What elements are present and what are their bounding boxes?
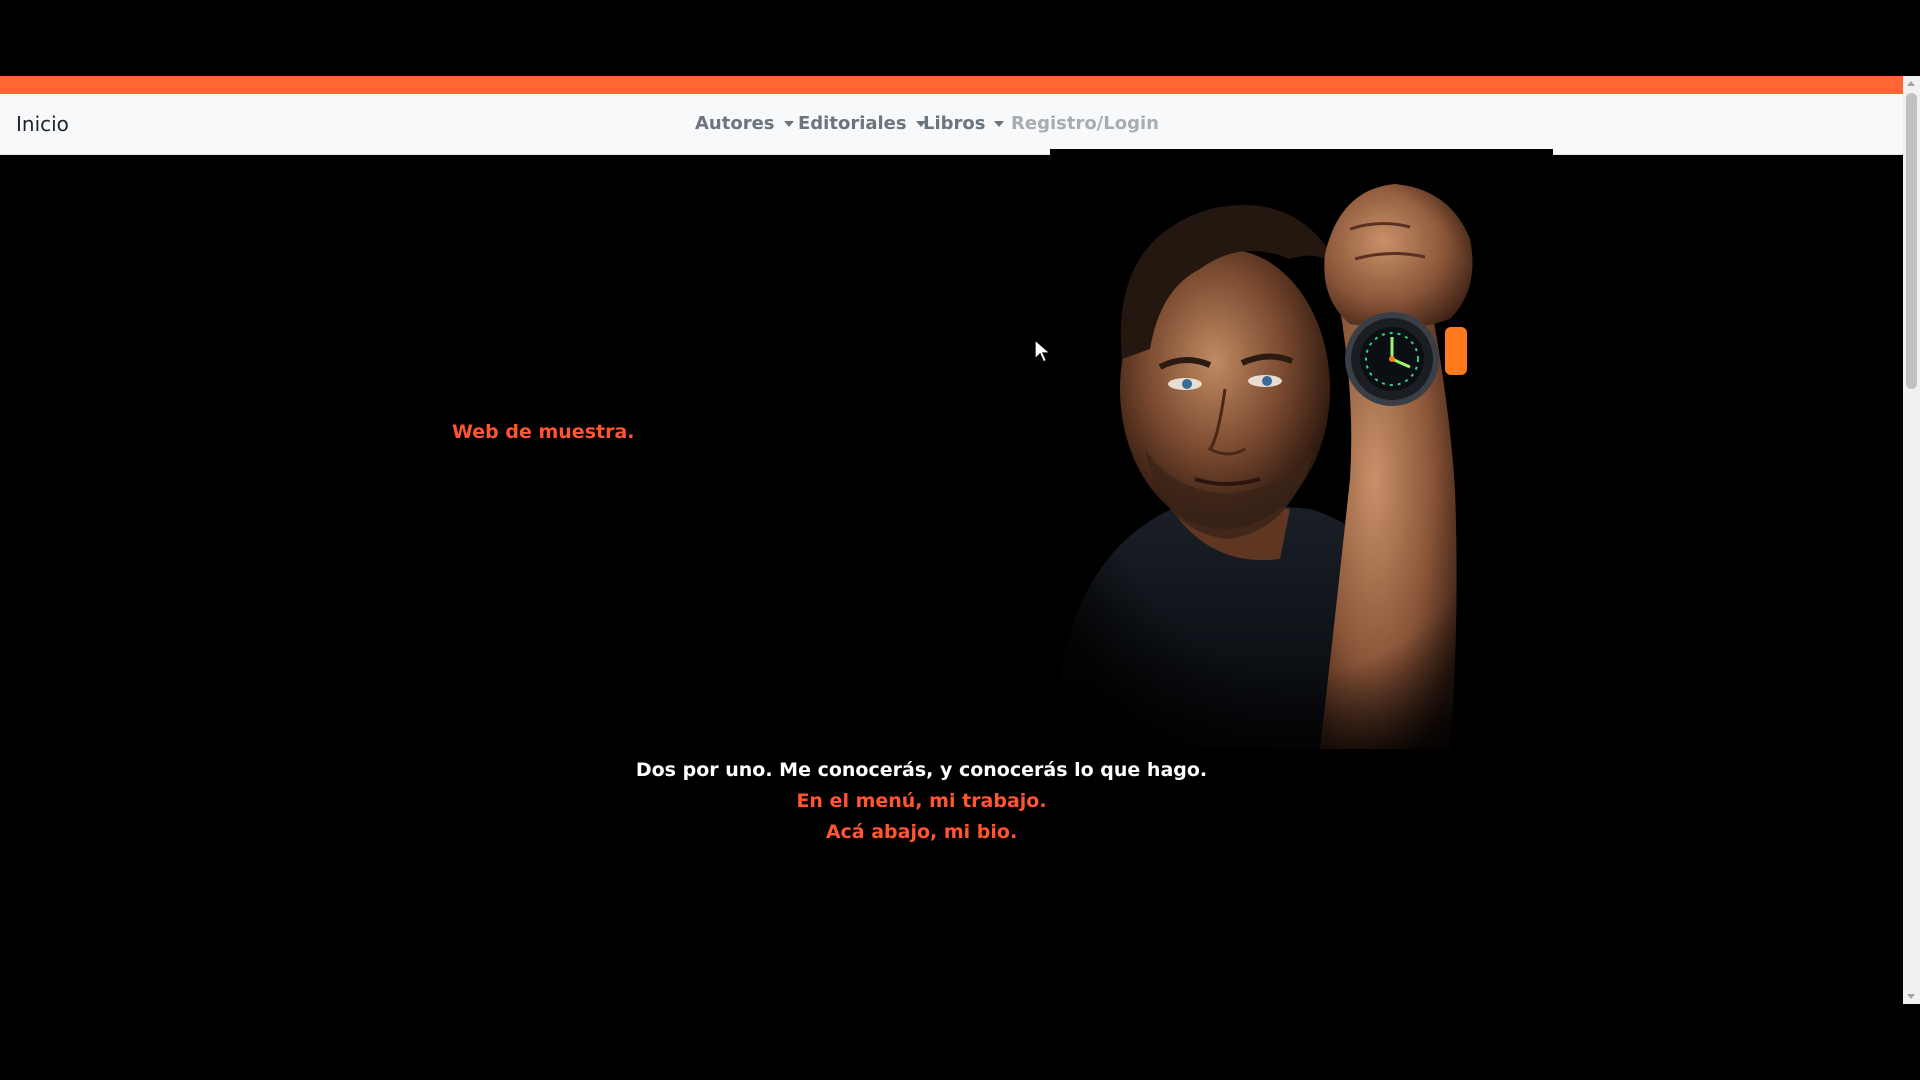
nav-links: Autores Editoriales Libros Registro/Logi… bbox=[0, 94, 1903, 154]
hero-tagline: Web de muestra. bbox=[452, 421, 635, 443]
bio-menu-text: En el menú, mi trabajo. bbox=[796, 790, 1047, 812]
portrait-photo bbox=[1050, 149, 1553, 749]
bio-below-text: Acá abajo, mi bio. bbox=[825, 821, 1018, 843]
caret-down-icon bbox=[783, 120, 794, 127]
browser-screen: Inicio Autores Editoriales Libros Regist… bbox=[0, 0, 1920, 1080]
bio-intro-text: Dos por uno. Me conocerás, y conocerás l… bbox=[635, 759, 1208, 781]
nav-item-label: Libros bbox=[923, 113, 986, 134]
scroll-down-icon[interactable] bbox=[1907, 994, 1915, 999]
scroll-thumb[interactable] bbox=[1906, 93, 1917, 389]
scroll-up-icon[interactable] bbox=[1907, 81, 1915, 86]
accent-strip bbox=[0, 76, 1920, 94]
nav-item-autores[interactable]: Autores bbox=[695, 113, 794, 134]
navbar: Inicio Autores Editoriales Libros Regist… bbox=[0, 94, 1903, 155]
nav-item-label: Autores bbox=[695, 113, 775, 134]
nav-item-editoriales[interactable]: Editoriales bbox=[798, 113, 926, 134]
bio-section: Dos por uno. Me conocerás, y conocerás l… bbox=[0, 755, 1843, 848]
nav-item-label: Editoriales bbox=[798, 113, 907, 134]
top-bar bbox=[0, 0, 1920, 76]
nav-item-registro-login[interactable]: Registro/Login bbox=[1011, 113, 1159, 134]
nav-item-libros[interactable]: Libros bbox=[923, 113, 1005, 134]
mouse-cursor-icon bbox=[1034, 339, 1052, 363]
nav-item-label: Registro/Login bbox=[1011, 113, 1159, 134]
page-viewport: Inicio Autores Editoriales Libros Regist… bbox=[0, 94, 1903, 1004]
caret-down-icon bbox=[994, 120, 1005, 127]
vertical-scrollbar[interactable] bbox=[1903, 76, 1920, 1004]
